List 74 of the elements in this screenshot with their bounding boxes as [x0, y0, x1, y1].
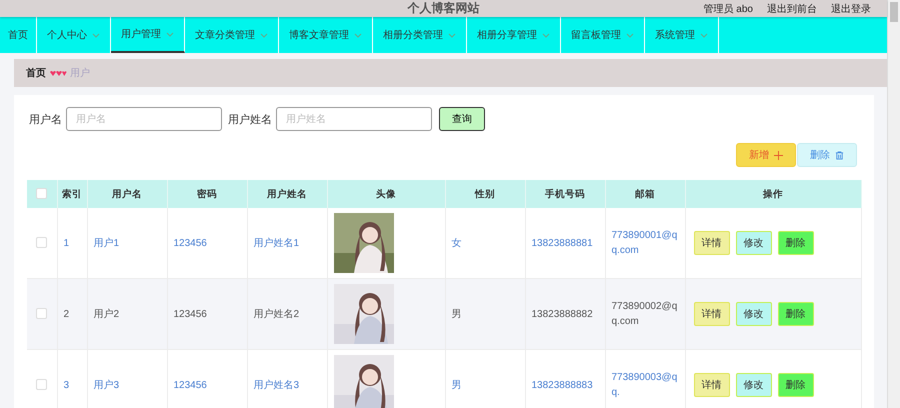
column-header: 性别: [475, 188, 495, 200]
table-cell: 男: [452, 380, 462, 391]
table-cell-text: 773890001@qq.com: [612, 229, 678, 258]
header-link[interactable]: 退出登录: [831, 2, 871, 16]
table-cell: 13823888881: [532, 238, 593, 248]
field-label: 用户姓名: [228, 112, 272, 126]
delete-button[interactable]: 删除: [778, 302, 814, 326]
table-cell: 123456: [174, 308, 207, 320]
details-button[interactable]: 详情: [694, 373, 730, 397]
table-cell: 用户1: [94, 238, 120, 249]
column-header: 邮箱: [635, 188, 655, 200]
nav-menu-item[interactable]: 首页: [0, 17, 37, 53]
table-cell: 13823888883: [532, 380, 593, 390]
plus-icon: [774, 150, 783, 160]
nav-menu-item[interactable]: 留言板管理: [561, 17, 645, 53]
row-checkbox[interactable]: [36, 237, 48, 248]
table-cell: 123456: [174, 380, 207, 390]
table-cell: 男: [452, 309, 462, 320]
chevron-down-icon: [700, 32, 708, 38]
chevron-down-icon: [542, 32, 550, 38]
delete-button[interactable]: 删除: [778, 231, 814, 255]
chevron-down-icon: [354, 32, 362, 38]
table-cell: 用户3: [94, 380, 120, 391]
nav-menu-item[interactable]: 相册分享管理: [467, 17, 561, 53]
chevron-down-icon: [92, 32, 100, 38]
edit-button[interactable]: 修改: [736, 302, 772, 326]
table-cell: 用户姓名1: [254, 238, 300, 249]
search-field[interactable]: 用户名: [66, 107, 222, 131]
heart-separator-icon: [49, 69, 67, 77]
trash-icon: [835, 150, 844, 160]
select-all-checkbox[interactable]: [36, 188, 48, 200]
nav-menu-item[interactable]: 用户管理: [111, 17, 185, 53]
column-header: 用户姓名: [267, 188, 307, 200]
nav-menu-item[interactable]: 博客文章管理: [279, 17, 373, 53]
breadcrumb-link[interactable]: 首页: [26, 66, 46, 80]
column-header: 操作: [763, 188, 783, 200]
table-cell: 用户姓名2: [254, 309, 300, 320]
column-header: 索引: [62, 188, 82, 200]
table-cell: 13823888882: [532, 308, 593, 320]
table-cell-text: 773890003@qq.: [612, 371, 678, 400]
search-field[interactable]: 用户姓名: [276, 107, 432, 131]
column-header: 密码: [197, 188, 217, 200]
column-header: 手机号码: [545, 188, 585, 200]
details-button[interactable]: 详情: [694, 231, 730, 255]
edit-button[interactable]: 修改: [736, 231, 772, 255]
table-cell: 3: [64, 380, 70, 390]
table-cell: 用户姓名3: [254, 380, 300, 391]
chevron-down-icon: [448, 32, 456, 38]
row-checkbox[interactable]: [36, 308, 48, 320]
nav-menu-item[interactable]: 个人中心: [37, 17, 111, 53]
table-cell: 1: [64, 238, 70, 248]
table-cell: 123456: [174, 238, 207, 248]
nav-menu-item[interactable]: 相册分类管理: [373, 17, 467, 53]
site-title: 个人博客网站: [408, 0, 480, 17]
scrollbar[interactable]: [887, 0, 900, 408]
header-link[interactable]: 退出到前台: [767, 2, 817, 16]
table-cell: 2: [64, 308, 70, 320]
field-label: 用户名: [29, 112, 62, 126]
row-checkbox[interactable]: [36, 379, 48, 390]
column-header: 头像: [376, 188, 396, 200]
table-cell-text: 773890002@qq.com: [612, 300, 678, 329]
nav-menu-item[interactable]: 文章分类管理: [185, 17, 279, 53]
chevron-down-icon: [260, 32, 268, 38]
table-cell: 用户2: [94, 309, 120, 320]
details-button[interactable]: 详情: [694, 302, 730, 326]
column-header: 用户名: [112, 188, 142, 200]
chevron-down-icon: [626, 32, 634, 38]
delete-button[interactable]: 删除: [778, 373, 814, 397]
table-cell: 女: [452, 238, 462, 249]
edit-button[interactable]: 修改: [736, 373, 772, 397]
nav-menu-item[interactable]: 系统管理: [645, 17, 719, 53]
search-button[interactable]: 查询: [439, 107, 485, 131]
chevron-down-icon: [166, 32, 174, 36]
header-link[interactable]: 管理员 abo: [704, 2, 753, 16]
